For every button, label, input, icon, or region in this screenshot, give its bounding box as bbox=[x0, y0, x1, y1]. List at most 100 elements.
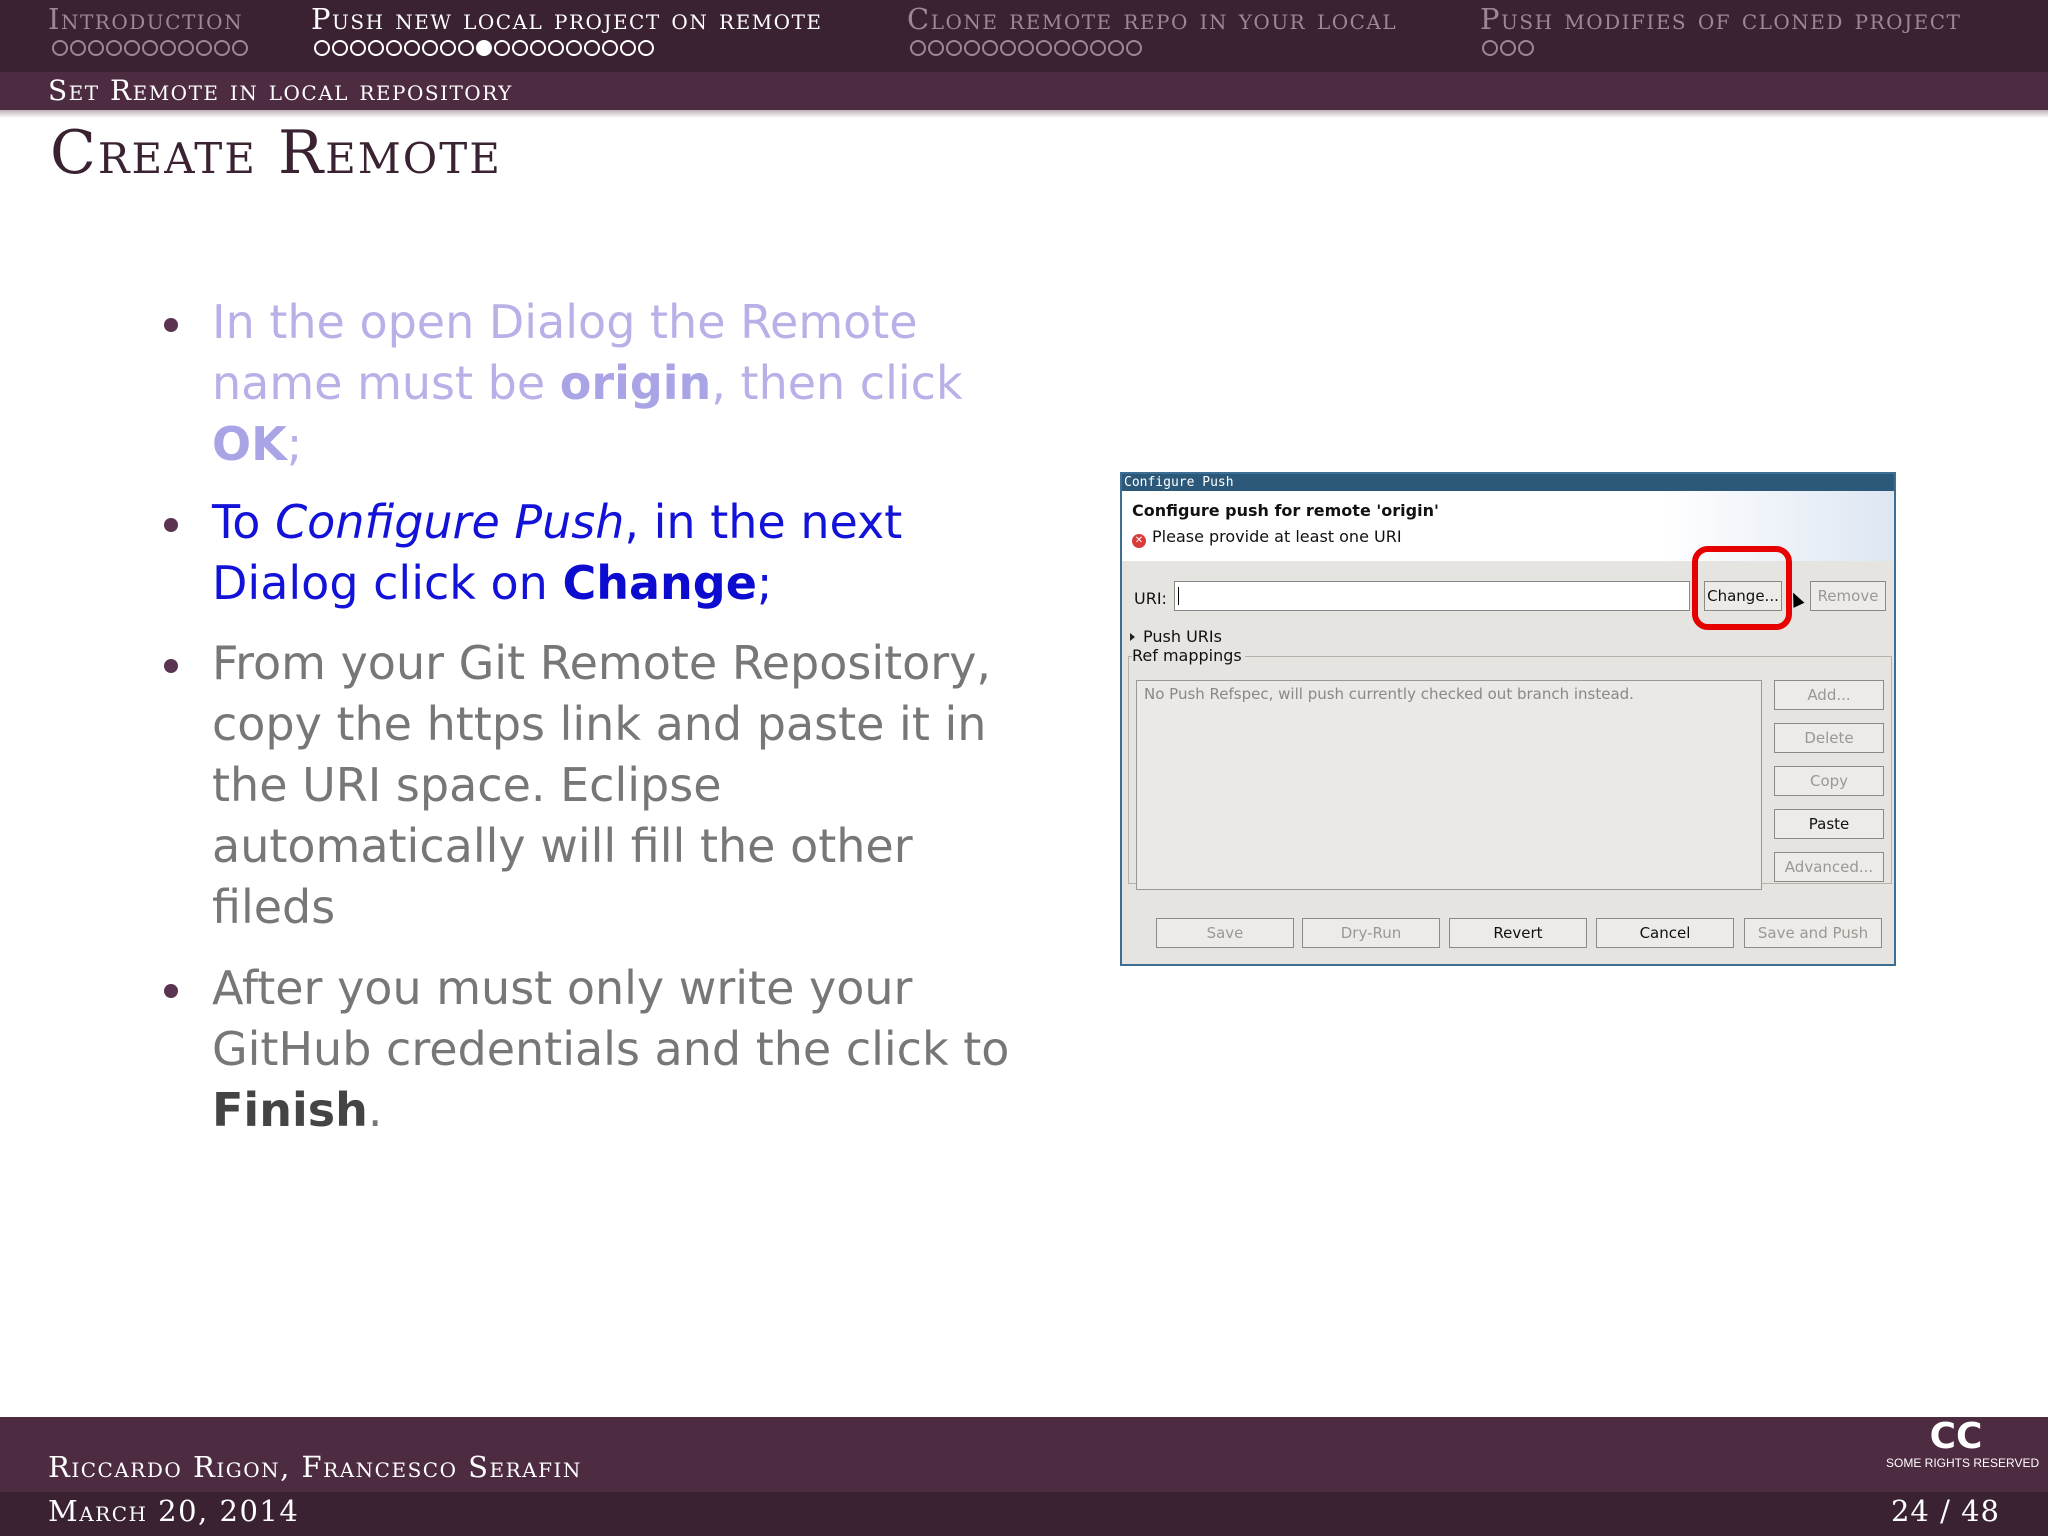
frame-dot-icon[interactable] bbox=[964, 40, 980, 56]
cc-logo-icon: CC bbox=[1929, 1416, 1983, 1457]
uri-input[interactable] bbox=[1174, 581, 1690, 611]
dry-run-button[interactable]: Dry-Run bbox=[1302, 918, 1440, 948]
frame-dot-icon[interactable] bbox=[1126, 40, 1142, 56]
save-and-push-button[interactable]: Save and Push bbox=[1744, 918, 1882, 948]
page-number: 24 / 48 bbox=[1890, 1494, 2000, 1528]
creative-commons-badge[interactable]: CC SOME RIGHTS RESERVED bbox=[1886, 1416, 2040, 1471]
text-caret bbox=[1178, 587, 1179, 605]
frame-dot-icon[interactable] bbox=[1072, 40, 1088, 56]
frame-dot-icon[interactable] bbox=[512, 40, 528, 56]
frame-dot-icon[interactable] bbox=[638, 40, 654, 56]
bullet-icon bbox=[164, 318, 178, 332]
footer-date: March 20, 2014 bbox=[48, 1494, 300, 1528]
save-button[interactable]: Save bbox=[1156, 918, 1294, 948]
frame-dot-icon[interactable] bbox=[910, 40, 926, 56]
frame-dot-icon[interactable] bbox=[620, 40, 636, 56]
bullet-item-credentials: After you must only write your GitHub cr… bbox=[160, 958, 1020, 1141]
ref-mappings-list[interactable]: No Push Refspec, will push currently che… bbox=[1136, 680, 1762, 890]
delete-button[interactable]: Delete bbox=[1774, 723, 1884, 753]
frame-dot-icon[interactable] bbox=[1500, 40, 1516, 56]
frame-dot-icon[interactable] bbox=[404, 40, 420, 56]
configure-push-dialog: Configure Push Configure push for remote… bbox=[1120, 472, 1896, 966]
frame-dot-icon[interactable] bbox=[160, 40, 176, 56]
subsection-title[interactable]: Set Remote in local repository bbox=[48, 74, 513, 107]
frame-dot-icon[interactable] bbox=[602, 40, 618, 56]
frame-dot-icon[interactable] bbox=[178, 40, 194, 56]
frame-dot-icon[interactable] bbox=[458, 40, 474, 56]
frame-dot-icon[interactable] bbox=[196, 40, 212, 56]
italic-configure-push: Configure Push bbox=[275, 495, 625, 549]
frame-dot-icon[interactable] bbox=[1054, 40, 1070, 56]
section-introduction-dots[interactable] bbox=[52, 40, 248, 62]
dialog-error-message: ✕ Please provide at least one URI bbox=[1132, 527, 1402, 548]
frame-dot-icon[interactable] bbox=[494, 40, 510, 56]
frame-dot-icon[interactable] bbox=[548, 40, 564, 56]
frame-dot-icon[interactable] bbox=[88, 40, 104, 56]
frame-dot-icon[interactable] bbox=[332, 40, 348, 56]
bullet-icon bbox=[164, 984, 178, 998]
frame-dot-icon[interactable] bbox=[1090, 40, 1106, 56]
cancel-button[interactable]: Cancel bbox=[1596, 918, 1734, 948]
frame-dot-icon[interactable] bbox=[368, 40, 384, 56]
frame-dot-icon[interactable] bbox=[566, 40, 582, 56]
ref-mappings-label: Ref mappings bbox=[1132, 646, 1245, 665]
frame-dot-icon[interactable] bbox=[232, 40, 248, 56]
frame-dot-icon[interactable] bbox=[530, 40, 546, 56]
change-button-highlight bbox=[1692, 546, 1792, 630]
frame-dot-icon[interactable] bbox=[1018, 40, 1034, 56]
revert-button[interactable]: Revert bbox=[1449, 918, 1587, 948]
frame-dot-icon[interactable] bbox=[946, 40, 962, 56]
error-icon: ✕ bbox=[1132, 534, 1146, 548]
frame-dot-icon[interactable] bbox=[928, 40, 944, 56]
section-push-new-local-project[interactable]: Push new local project on remote bbox=[311, 2, 823, 36]
bullet-item-copy-https-link: From your Git Remote Repository, copy th… bbox=[160, 633, 1020, 938]
dialog-heading: Configure push for remote 'origin' bbox=[1132, 501, 1439, 520]
section-push-modifies-dots[interactable] bbox=[1482, 40, 1534, 62]
bold-origin: origin bbox=[559, 356, 712, 410]
frame-dot-icon[interactable] bbox=[106, 40, 122, 56]
frame-dot-icon[interactable] bbox=[982, 40, 998, 56]
bold-change: Change bbox=[562, 556, 757, 610]
bullet-icon bbox=[164, 518, 178, 532]
bullet-item-configure-push: To Configure Push, in the next Dialog cl… bbox=[160, 492, 1020, 614]
footer-lower-bar bbox=[0, 1492, 2048, 1536]
frame-dot-icon[interactable] bbox=[350, 40, 366, 56]
section-clone-remote-repo[interactable]: Clone remote repo in your local bbox=[907, 2, 1397, 36]
bullet-item-remote-name: In the open Dialog the Remote name must … bbox=[160, 292, 1020, 475]
frame-dot-icon[interactable] bbox=[584, 40, 600, 56]
paste-button[interactable]: Paste bbox=[1774, 809, 1884, 839]
frame-dot-icon[interactable] bbox=[314, 40, 330, 56]
ref-mappings-message: No Push Refspec, will push currently che… bbox=[1144, 685, 1634, 703]
copy-button[interactable]: Copy bbox=[1774, 766, 1884, 796]
section-push-modifies[interactable]: Push modifies of cloned project bbox=[1480, 2, 1961, 36]
frame-title: Create Remote bbox=[50, 118, 502, 188]
frame-dot-icon[interactable] bbox=[1036, 40, 1052, 56]
frame-dot-icon[interactable] bbox=[1108, 40, 1124, 56]
push-uris-expander[interactable]: Push URIs bbox=[1130, 627, 1222, 646]
frame-dot-icon[interactable] bbox=[476, 40, 492, 56]
frame-dot-icon[interactable] bbox=[386, 40, 402, 56]
frame-dot-icon[interactable] bbox=[70, 40, 86, 56]
advanced-button[interactable]: Advanced... bbox=[1774, 852, 1884, 882]
frame-dot-icon[interactable] bbox=[422, 40, 438, 56]
add-button[interactable]: Add... bbox=[1774, 680, 1884, 710]
frame-dot-icon[interactable] bbox=[214, 40, 230, 56]
bold-finish: Finish bbox=[212, 1083, 368, 1137]
frame-dot-icon[interactable] bbox=[1482, 40, 1498, 56]
frame-dot-icon[interactable] bbox=[1000, 40, 1016, 56]
frame-dot-icon[interactable] bbox=[52, 40, 68, 56]
header-shadow bbox=[0, 110, 2048, 118]
frame-dot-icon[interactable] bbox=[440, 40, 456, 56]
expand-arrow-icon bbox=[1130, 633, 1135, 641]
remove-button[interactable]: Remove bbox=[1810, 581, 1886, 611]
license-text: SOME RIGHTS RESERVED bbox=[1886, 1456, 2040, 1470]
section-push-new-local-project-dots[interactable] bbox=[314, 40, 654, 62]
section-clone-remote-repo-dots[interactable] bbox=[910, 40, 1142, 62]
frame-dot-icon[interactable] bbox=[142, 40, 158, 56]
section-introduction[interactable]: Introduction bbox=[48, 2, 243, 36]
bullet-icon bbox=[164, 659, 178, 673]
uri-label: URI: bbox=[1134, 589, 1167, 608]
frame-dot-icon[interactable] bbox=[124, 40, 140, 56]
footer-authors[interactable]: Riccardo Rigon, Francesco Serafin bbox=[48, 1450, 582, 1484]
frame-dot-icon[interactable] bbox=[1518, 40, 1534, 56]
